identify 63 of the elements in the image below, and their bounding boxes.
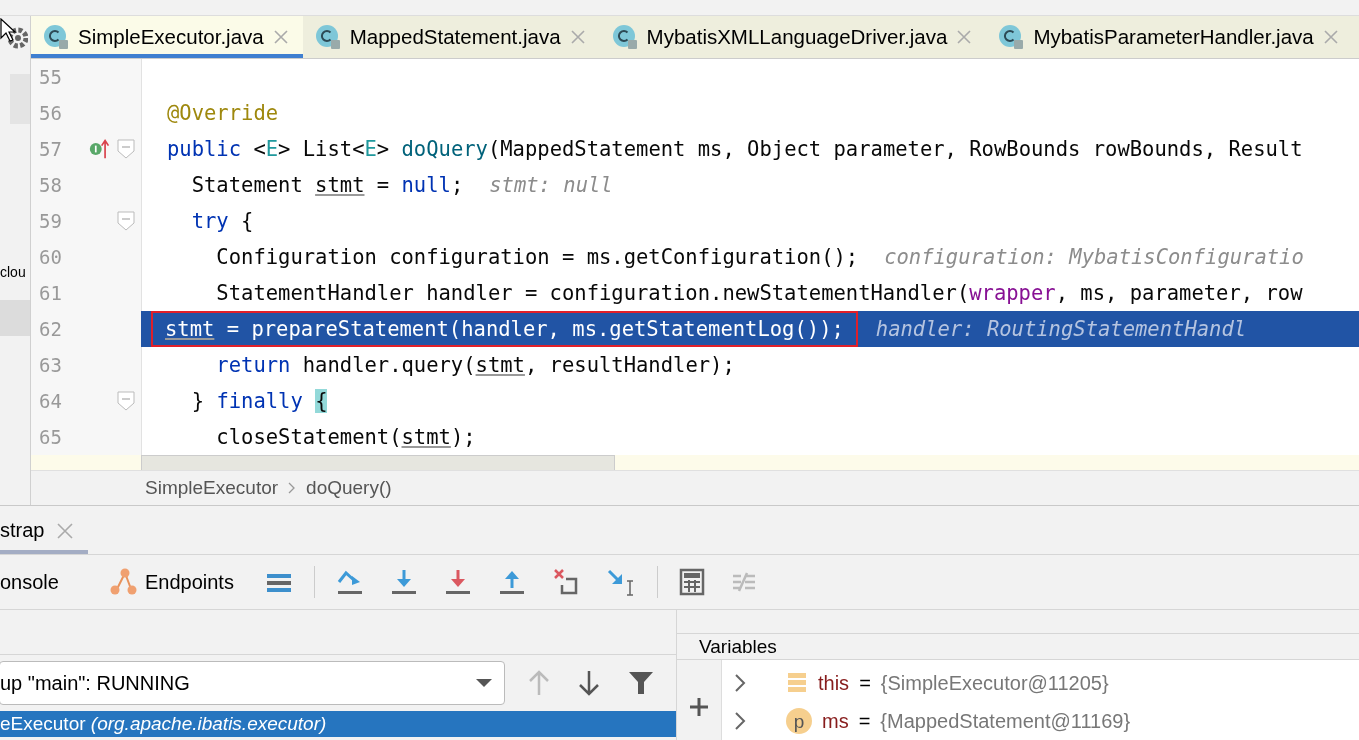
code-line: StatementHandler handler = configuration.newStatementHandler(wrapper, ms, parameter, row [215,280,1303,307]
variable-name: ms [822,709,849,733]
filter-icon [628,670,654,696]
drop-frame-icon [551,567,580,597]
inline-value-hint: handler: RoutingStatementHandl [875,316,1247,343]
class-icon [611,24,638,50]
code-line: public <E> List<E> doQuery(MappedStatement ms, Object parameter, RowBounds rowBounds, Result [167,136,1303,163]
plus-icon [688,696,710,718]
calculator-icon [678,567,705,597]
line-number: 62 [38,317,63,342]
inline-value-hint: stmt: null [489,172,613,199]
tool-tab[interactable]: Endpoints [108,567,244,597]
line-number: 61 [38,281,63,306]
tool-tab[interactable]: onsole [0,570,69,594]
line-number: 56 [38,101,63,126]
variable-name: this [818,671,850,695]
expand-chevron-icon[interactable] [734,711,746,731]
stack-frame-row[interactable]: eExecutor (org.apache.ibatis.executor) [0,711,676,737]
run-to-cursor-icon [605,567,636,597]
debug-tab[interactable]: strap [0,519,89,554]
arrow-up-icon [528,670,550,696]
equals-sign: = [859,671,871,695]
panel-label: clou [0,264,26,280]
code-line: Configuration configuration = ms.getConfiguration(); [215,244,859,271]
parameter-badge: p [786,708,812,734]
line-number: 63 [38,353,63,378]
class-icon [314,24,341,50]
code-line: Statement stmt = null; [190,172,464,199]
expand-chevron-icon[interactable] [734,673,746,693]
class-icon [998,24,1025,50]
line-number: 65 [38,425,63,450]
nodes-icon [108,567,137,597]
code-line: stmt = prepareStatement(handler, ms.getStatementLog()); [153,313,856,345]
thread-dropdown[interactable]: up "main": RUNNING [0,661,505,705]
arrow-down-icon [578,670,600,696]
breadcrumb-item[interactable]: SimpleExecutor [145,477,279,499]
line-number: 58 [38,173,63,198]
variable-value: {SimpleExecutor@11205} [880,671,1109,695]
inline-value-hint: configuration: MybatisConfiguratio [884,244,1304,271]
file-tab[interactable]: MappedStatement.java [302,16,600,58]
field-stack-icon [786,671,808,695]
line-number: 64 [38,389,63,414]
line-number: 60 [38,245,63,270]
variable-value: {MappedStatement@11169} [880,709,1131,733]
line-number: 57 [38,137,63,162]
equals-sign: = [858,709,871,733]
code-line: @Override [167,100,279,127]
step-into-icon [389,567,418,597]
file-tab[interactable]: SimpleExecutor.java [31,16,303,58]
class-icon [43,24,69,50]
force-step-into-icon [443,567,472,597]
breadcrumb-item[interactable]: doQuery() [306,477,392,499]
line-number: 55 [38,65,63,90]
file-tab[interactable]: MybatisParameterHandler.java [986,16,1353,58]
dropdown-caret-icon [476,678,492,688]
panel-fragment [10,74,30,124]
file-tab[interactable]: MybatisXMLLanguageDriver.java [599,16,987,58]
code-line: closeStatement(stmt); [215,424,476,451]
line-number: 59 [38,209,63,234]
code-line: try { [190,208,254,235]
code-line: } finally { [190,388,328,415]
chevron-icon [288,482,297,494]
code-line: return handler.query(stmt, resultHandler); [215,352,735,379]
